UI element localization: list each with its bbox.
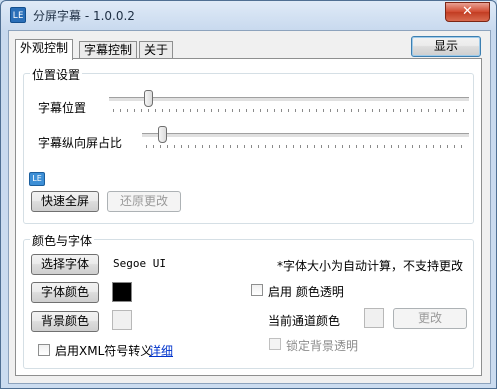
app-window: LE 分屏字幕 - 1.0.0.2 ✕ 外观控制 字幕控制 关于 显示 位置设置… xyxy=(0,0,497,389)
enable-transparency-label: 启用 颜色透明 xyxy=(268,285,344,299)
vertical-ratio-track xyxy=(142,133,469,138)
tab-appearance[interactable]: 外观控制 xyxy=(15,39,74,60)
background-color-button[interactable]: 背景颜色 xyxy=(31,311,99,332)
lock-background-label: 锁定背景透明 xyxy=(286,339,359,353)
client-area: 外观控制 字幕控制 关于 显示 位置设置 字幕位置 字幕纵向屏占比 LE 快速全… xyxy=(8,30,491,384)
le-badge-icon: LE xyxy=(29,172,45,186)
subtitle-position-thumb[interactable] xyxy=(144,90,153,107)
font-color-button[interactable]: 字体颜色 xyxy=(31,282,99,303)
restore-changes-button[interactable]: 还原更改 xyxy=(107,191,181,212)
tab-panel-appearance: 位置设置 字幕位置 字幕纵向屏占比 LE 快速全屏 还原更改 颜色与字体 选择字… xyxy=(15,58,482,376)
font-size-note: *字体大小为自动计算，不支持更改 xyxy=(277,259,464,273)
tab-subtitle-control[interactable]: 字幕控制 xyxy=(79,41,138,59)
show-button[interactable]: 显示 xyxy=(411,36,481,57)
close-icon: ✕ xyxy=(462,4,473,19)
app-icon: LE xyxy=(10,7,26,23)
vertical-ratio-label: 字幕纵向屏占比 xyxy=(38,136,123,150)
lock-background-checkbox[interactable] xyxy=(269,338,281,350)
position-settings-group: 位置设置 字幕位置 字幕纵向屏占比 LE 快速全屏 还原更改 xyxy=(23,66,474,224)
window-title: 分屏字幕 - 1.0.0.2 xyxy=(33,9,135,23)
enable-xml-escape-label: 启用XML符号转义 xyxy=(55,344,153,358)
font-color-swatch xyxy=(112,282,132,302)
close-button[interactable]: ✕ xyxy=(445,2,490,22)
details-link[interactable]: 详细 xyxy=(149,342,173,359)
current-channel-color-label: 当前通道颜色 xyxy=(268,314,341,328)
change-color-button[interactable]: 更改 xyxy=(393,308,467,329)
font-name: Segoe UI xyxy=(113,257,166,270)
background-color-swatch xyxy=(112,310,132,330)
choose-font-button[interactable]: 选择字体 xyxy=(31,254,99,275)
subtitle-position-track xyxy=(109,97,469,102)
title-bar[interactable]: LE 分屏字幕 - 1.0.0.2 ✕ xyxy=(1,1,496,29)
enable-transparency-checkbox[interactable] xyxy=(251,284,263,296)
vertical-ratio-thumb[interactable] xyxy=(158,126,167,143)
tab-about[interactable]: 关于 xyxy=(139,41,174,59)
vertical-ratio-ticks xyxy=(146,145,467,148)
enable-xml-escape-checkbox[interactable] xyxy=(38,344,50,356)
subtitle-position-label: 字幕位置 xyxy=(38,101,87,115)
quick-fullscreen-button[interactable]: 快速全屏 xyxy=(31,191,99,212)
position-settings-title: 位置设置 xyxy=(30,66,83,83)
color-font-group: 颜色与字体 选择字体 Segoe UI *字体大小为自动计算，不支持更改 字体颜… xyxy=(23,232,474,369)
color-font-title: 颜色与字体 xyxy=(30,232,95,249)
channel-color-swatch xyxy=(364,308,384,328)
subtitle-position-ticks xyxy=(113,109,467,112)
